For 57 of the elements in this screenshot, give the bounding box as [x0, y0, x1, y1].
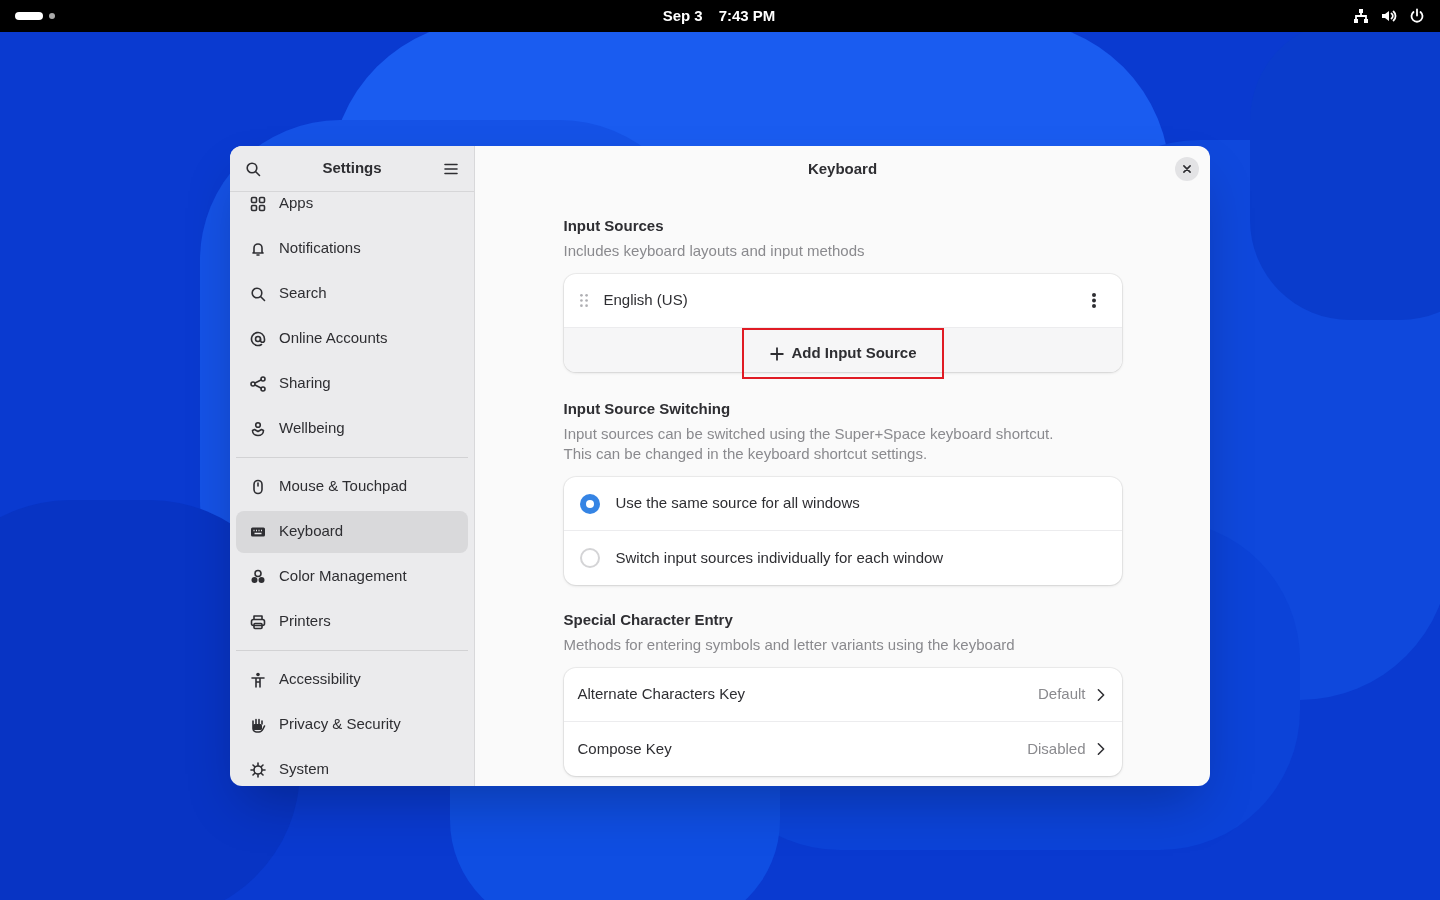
section-description: Methods for entering symbols and letter variants using the keyboard — [563, 635, 1016, 655]
sidebar-item[interactable]: Accessibility — [236, 658, 468, 701]
network-icon — [1353, 8, 1369, 24]
share-icon — [250, 375, 266, 392]
sidebar-item[interactable]: Wellbeing — [236, 407, 468, 450]
page-title: Keyboard — [807, 158, 878, 179]
sidebar-item[interactable]: Online Accounts — [236, 317, 468, 360]
search-icon — [250, 285, 266, 302]
settings-row[interactable]: Compose Key Disabled — [563, 722, 1122, 776]
system-menu-button[interactable] — [1353, 8, 1425, 24]
section-description: Includes keyboard layouts and input methods — [563, 241, 866, 261]
row-value: Disabled — [1027, 738, 1086, 759]
workspace-indicator[interactable] — [15, 12, 55, 20]
section-description: Input sources can be switched using the Super+Space keyboard shortcut. This can be changed in the keyboard shortcut settings. — [563, 424, 1055, 464]
grid-icon — [250, 195, 266, 212]
section-heading: Input Source Switching — [563, 399, 732, 419]
option-label: Switch input sources individually for each window — [615, 547, 944, 568]
settings-row[interactable]: Alternate Characters Key Default — [563, 668, 1122, 722]
color-circles-icon — [250, 568, 266, 585]
add-input-source-button[interactable]: Add Input Source — [741, 328, 944, 379]
close-icon — [1182, 164, 1192, 174]
volume-icon — [1381, 8, 1397, 24]
row-label: Compose Key — [577, 738, 673, 759]
sidebar-item[interactable]: Keyboard — [236, 510, 468, 553]
power-icon — [1409, 8, 1425, 24]
row-label: Alternate Characters Key — [577, 684, 747, 705]
section-heading: Special Character Entry — [563, 610, 734, 630]
sidebar-item[interactable]: System — [236, 748, 468, 786]
sidebar-item[interactable]: Apps — [236, 192, 468, 225]
sidebar-item[interactable]: Search — [236, 272, 468, 315]
sidebar-item[interactable]: Mouse & Touchpad — [236, 465, 468, 508]
hand-icon — [250, 716, 266, 733]
sidebar-item[interactable]: Privacy & Security — [236, 703, 468, 746]
plus-icon — [768, 345, 785, 362]
close-button[interactable] — [1175, 157, 1199, 181]
bell-icon — [250, 240, 266, 257]
option-label: Use the same source for all windows — [615, 493, 860, 514]
search-icon — [245, 160, 261, 177]
section-heading: Input Sources — [563, 216, 665, 236]
wellbeing-icon — [250, 420, 266, 437]
sidebar-item[interactable]: Color Management — [236, 555, 468, 598]
radio-button[interactable] — [579, 548, 600, 568]
sidebar-item[interactable]: Printers — [236, 600, 468, 643]
at-sign-icon — [250, 330, 266, 347]
mouse-icon — [250, 478, 266, 495]
row-value: Default — [1037, 684, 1086, 705]
drag-handle-icon — [579, 294, 588, 307]
radio-button[interactable] — [579, 493, 600, 514]
sidebar-item[interactable]: Sharing — [236, 362, 468, 405]
sidebar-item[interactable]: Notifications — [236, 227, 468, 270]
sidebar-title: Settings — [322, 158, 382, 179]
clock-button[interactable]: Sep 3 7:43 PM — [632, 4, 776, 28]
person-icon — [250, 671, 266, 688]
gear-icon — [250, 761, 266, 778]
input-source-name: English (US) — [603, 290, 689, 311]
printer-icon — [250, 613, 266, 630]
kebab-menu-icon — [1091, 293, 1096, 308]
